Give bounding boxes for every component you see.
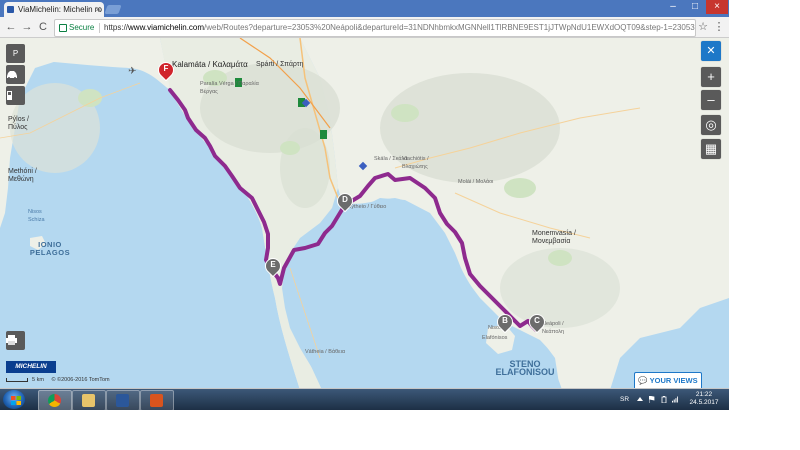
airport-icon: ✈: [128, 66, 136, 77]
forest-6: [548, 250, 572, 266]
forest-4: [504, 178, 536, 198]
route-marker-label: F: [163, 64, 169, 73]
forest-5: [78, 89, 102, 107]
route-marker-label: E: [270, 260, 276, 269]
label-steno-elafonisou: STENO ELAFONISOU: [495, 359, 555, 377]
route-marker-e[interactable]: E: [261, 254, 285, 278]
label-vatheia: Vátheia / Βάθεια: [305, 349, 345, 355]
chrome-icon: [48, 394, 61, 407]
label-elafonisos: Elafónisos: [482, 335, 508, 341]
browser-tab-bar: ViaMichelin: Michelin ro × – □ ×: [0, 0, 729, 17]
tab-close-icon[interactable]: ×: [96, 2, 101, 17]
language-indicator[interactable]: SR: [620, 396, 629, 403]
tray-arrow-icon[interactable]: [637, 396, 643, 403]
bookmark-star-icon[interactable]: ☆: [696, 20, 710, 34]
locate-icon[interactable]: ◎: [701, 115, 721, 135]
parking-button[interactable]: P: [6, 44, 25, 63]
secure-label: Secure: [69, 23, 95, 32]
michelin-logo: MICHELIN: [6, 361, 56, 373]
route-marker-c[interactable]: C: [525, 310, 549, 334]
windows-taskbar: SR 21:22 24.5.2017: [0, 389, 729, 410]
minimize-button[interactable]: –: [662, 0, 684, 14]
forward-icon[interactable]: →: [20, 20, 34, 34]
label-monemvasia: Monemvasía / Μονεμβασία: [532, 230, 576, 245]
browser-tab[interactable]: ViaMichelin: Michelin ro ×: [4, 2, 104, 17]
copyright-text: © ©2006-2016 TomTom: [51, 377, 110, 383]
map-scale: 5 km © ©2006-2016 TomTom: [6, 377, 110, 383]
url-host: www.viamichelin.com: [128, 23, 205, 32]
back-icon[interactable]: ←: [4, 20, 18, 34]
label-paralia: Paralía Vérga / Παραλία Βέργας: [200, 81, 259, 95]
print-icon[interactable]: [6, 331, 25, 350]
comment-icon: 💬: [638, 376, 648, 385]
route-marker-label: D: [342, 195, 348, 204]
car-icon[interactable]: [6, 65, 25, 84]
label-neapoli: Neápoli / Νεάπολη: [542, 321, 565, 335]
url-scheme: https://: [104, 23, 129, 32]
label-methoni: Methóni / Μεθώνη: [8, 168, 37, 183]
word-icon: [116, 394, 129, 407]
label-nisos-schiza: Nisos Schiza: [28, 209, 45, 223]
battery-icon[interactable]: [661, 396, 667, 403]
browser-toolbar: ← → C Secure https://www.viamichelin.com…: [0, 17, 729, 38]
system-clock[interactable]: 21:22 24.5.2017: [684, 391, 724, 407]
scale-bar: [6, 377, 28, 382]
zoom-in-button[interactable]: +: [701, 67, 721, 87]
map-terrain: ✈: [0, 38, 729, 390]
url-path: /web/Routes?departure=23053%20Neápoli&de…: [204, 23, 695, 32]
app-icon: [150, 394, 163, 407]
fuel-icon[interactable]: [6, 86, 25, 105]
address-bar[interactable]: Secure https://www.viamichelin.com/web/R…: [54, 19, 696, 37]
route-marker-label: B: [502, 316, 508, 325]
clock-date: 24.5.2017: [689, 399, 719, 406]
forest-3: [391, 104, 419, 122]
reload-icon[interactable]: C: [36, 20, 50, 34]
windows-flag-icon: [11, 396, 21, 405]
maximize-button[interactable]: □: [684, 0, 706, 14]
tab-title: ViaMichelin: Michelin ro: [18, 5, 102, 14]
highway-shield-3: [320, 130, 327, 139]
taskbar-chrome[interactable]: [38, 390, 72, 410]
route-marker-d[interactable]: D: [333, 189, 357, 213]
lock-icon: [59, 24, 67, 32]
close-window-button[interactable]: ×: [706, 0, 728, 14]
screen: ViaMichelin: Michelin ro × – □ × ← → C S…: [0, 0, 729, 410]
michelin-favicon-icon: [7, 6, 14, 13]
fullscreen-icon[interactable]: ✕: [701, 41, 721, 61]
taskbar-explorer[interactable]: [72, 390, 106, 410]
label-kalamata: Kalamáta / Καλαμάτα: [172, 60, 248, 69]
folder-icon: [82, 394, 95, 407]
your-views-label: YOUR VIEWS: [649, 376, 698, 385]
route-marker-b[interactable]: B: [493, 310, 517, 334]
taskbar-word[interactable]: [106, 390, 140, 410]
route-marker-f[interactable]: F: [154, 58, 178, 82]
start-button[interactable]: [3, 390, 25, 409]
map-layers-icon[interactable]: ▦: [701, 139, 721, 159]
forest-2: [280, 141, 300, 155]
browser-menu-icon[interactable]: ⋮: [712, 20, 726, 34]
route-marker-label: C: [534, 316, 540, 325]
zoom-out-button[interactable]: –: [701, 90, 721, 110]
label-ionio-pelagos: IONIO PELAGOS: [29, 240, 71, 257]
map-canvas[interactable]: ✈ Kalamáta / Καλαμάτα Paralía Vérga / Πα…: [0, 38, 729, 390]
tray-flag-icon[interactable]: [649, 396, 655, 403]
label-pylos: Pýlos / Πύλος: [8, 116, 30, 131]
network-icon[interactable]: [672, 396, 678, 403]
url-text: https://www.viamichelin.com/web/Routes?d…: [104, 20, 695, 36]
label-sparti: Spárti / Σπάρτη: [256, 61, 304, 68]
taskbar-app[interactable]: [140, 390, 174, 410]
new-tab-button[interactable]: [104, 5, 122, 14]
scale-label: 5 km: [32, 377, 44, 383]
address-separator: [99, 23, 100, 33]
label-molaoi: Molái / Μολάοι: [458, 179, 494, 185]
clock-time: 21:22: [695, 391, 713, 398]
label-gytheio: Gýtheio / Γύθειο: [347, 204, 387, 210]
label-vlachiotis: Vlachiótis / Βλαχιώτης: [402, 156, 429, 170]
